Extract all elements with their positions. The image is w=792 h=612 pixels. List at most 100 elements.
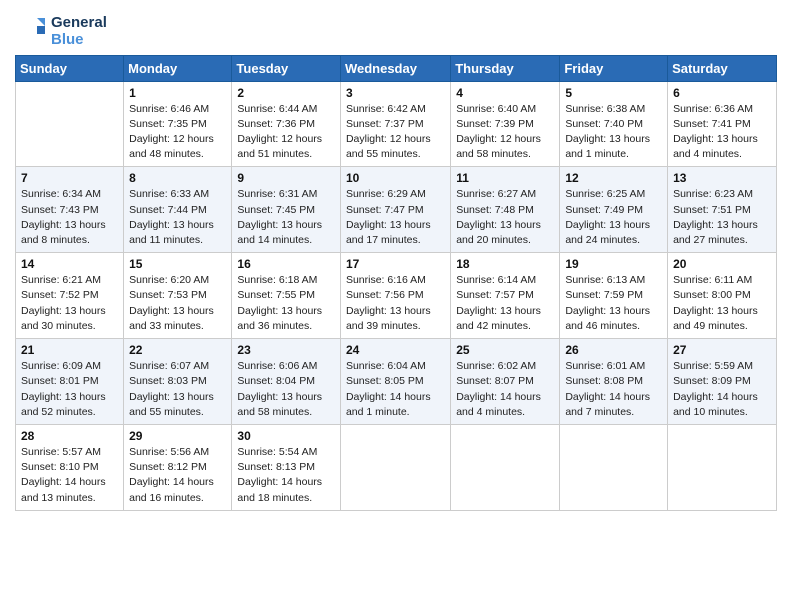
day-info: Sunrise: 6:09 AMSunset: 8:01 PMDaylight:… [21, 359, 118, 420]
calendar-header-thursday: Thursday [451, 55, 560, 81]
calendar-header-sunday: Sunday [16, 55, 124, 81]
day-number: 9 [237, 171, 335, 185]
day-info: Sunrise: 6:04 AMSunset: 8:05 PMDaylight:… [346, 359, 445, 420]
day-number: 28 [21, 429, 118, 443]
calendar-header-wednesday: Wednesday [340, 55, 450, 81]
day-info: Sunrise: 6:42 AMSunset: 7:37 PMDaylight:… [346, 102, 445, 163]
header: General Blue [15, 10, 777, 49]
day-number: 7 [21, 171, 118, 185]
calendar-week-3: 14 Sunrise: 6:21 AMSunset: 7:52 PMDayligh… [16, 253, 777, 339]
day-info: Sunrise: 6:34 AMSunset: 7:43 PMDaylight:… [21, 187, 118, 248]
day-number: 12 [565, 171, 662, 185]
day-number: 1 [129, 86, 226, 100]
day-info: Sunrise: 5:54 AMSunset: 8:13 PMDaylight:… [237, 445, 335, 506]
day-info: Sunrise: 6:36 AMSunset: 7:41 PMDaylight:… [673, 102, 771, 163]
calendar-cell: 2 Sunrise: 6:44 AMSunset: 7:36 PMDaylight… [232, 81, 341, 167]
day-info: Sunrise: 6:33 AMSunset: 7:44 PMDaylight:… [129, 187, 226, 248]
calendar-header-saturday: Saturday [668, 55, 777, 81]
calendar-cell: 18 Sunrise: 6:14 AMSunset: 7:57 PMDayligh… [451, 253, 560, 339]
day-info: Sunrise: 6:46 AMSunset: 7:35 PMDaylight:… [129, 102, 226, 163]
calendar-header-row: SundayMondayTuesdayWednesdayThursdayFrid… [16, 55, 777, 81]
calendar-cell [451, 425, 560, 511]
calendar-cell: 9 Sunrise: 6:31 AMSunset: 7:45 PMDaylight… [232, 167, 341, 253]
page: General Blue SundayMondayTuesdayWednesda… [0, 0, 792, 612]
day-info: Sunrise: 6:27 AMSunset: 7:48 PMDaylight:… [456, 187, 554, 248]
calendar-cell: 12 Sunrise: 6:25 AMSunset: 7:49 PMDayligh… [560, 167, 668, 253]
calendar-week-1: 1 Sunrise: 6:46 AMSunset: 7:35 PMDaylight… [16, 81, 777, 167]
day-info: Sunrise: 6:13 AMSunset: 7:59 PMDaylight:… [565, 273, 662, 334]
day-number: 18 [456, 257, 554, 271]
calendar-cell: 13 Sunrise: 6:23 AMSunset: 7:51 PMDayligh… [668, 167, 777, 253]
day-number: 15 [129, 257, 226, 271]
calendar-cell: 21 Sunrise: 6:09 AMSunset: 8:01 PMDayligh… [16, 339, 124, 425]
calendar-cell: 27Sunrise: 5:59 AMSunset: 8:09 PMDayligh… [668, 339, 777, 425]
day-info: Sunrise: 6:38 AMSunset: 7:40 PMDaylight:… [565, 102, 662, 163]
calendar-cell: 17 Sunrise: 6:16 AMSunset: 7:56 PMDayligh… [340, 253, 450, 339]
calendar-cell: 6 Sunrise: 6:36 AMSunset: 7:41 PMDaylight… [668, 81, 777, 167]
day-info: Sunrise: 6:29 AMSunset: 7:47 PMDaylight:… [346, 187, 445, 248]
day-number: 11 [456, 171, 554, 185]
day-number: 26 [565, 343, 662, 357]
calendar-cell: 22 Sunrise: 6:07 AMSunset: 8:03 PMDayligh… [124, 339, 232, 425]
day-number: 22 [129, 343, 226, 357]
day-number: 13 [673, 171, 771, 185]
day-info: Sunrise: 6:44 AMSunset: 7:36 PMDaylight:… [237, 102, 335, 163]
logo-area: General Blue [15, 10, 107, 49]
calendar-header-friday: Friday [560, 55, 668, 81]
calendar-cell: 11 Sunrise: 6:27 AMSunset: 7:48 PMDayligh… [451, 167, 560, 253]
logo-blue: Blue [51, 31, 107, 48]
day-info: Sunrise: 6:23 AMSunset: 7:51 PMDaylight:… [673, 187, 771, 248]
day-info: Sunrise: 6:40 AMSunset: 7:39 PMDaylight:… [456, 102, 554, 163]
logo-general: General [51, 14, 107, 31]
day-info: Sunrise: 6:16 AMSunset: 7:56 PMDaylight:… [346, 273, 445, 334]
day-info: Sunrise: 6:18 AMSunset: 7:55 PMDaylight:… [237, 273, 335, 334]
calendar-cell: 5 Sunrise: 6:38 AMSunset: 7:40 PMDaylight… [560, 81, 668, 167]
day-number: 29 [129, 429, 226, 443]
day-info: Sunrise: 6:01 AMSunset: 8:08 PMDaylight:… [565, 359, 662, 420]
day-number: 4 [456, 86, 554, 100]
calendar-cell: 24Sunrise: 6:04 AMSunset: 8:05 PMDayligh… [340, 339, 450, 425]
day-info: Sunrise: 6:07 AMSunset: 8:03 PMDaylight:… [129, 359, 226, 420]
day-info: Sunrise: 6:31 AMSunset: 7:45 PMDaylight:… [237, 187, 335, 248]
day-info: Sunrise: 6:06 AMSunset: 8:04 PMDaylight:… [237, 359, 335, 420]
day-number: 21 [21, 343, 118, 357]
calendar-cell: 8 Sunrise: 6:33 AMSunset: 7:44 PMDaylight… [124, 167, 232, 253]
day-number: 2 [237, 86, 335, 100]
calendar-cell: 14 Sunrise: 6:21 AMSunset: 7:52 PMDayligh… [16, 253, 124, 339]
day-number: 5 [565, 86, 662, 100]
calendar-cell: 16Sunrise: 6:18 AMSunset: 7:55 PMDayligh… [232, 253, 341, 339]
day-number: 8 [129, 171, 226, 185]
calendar-cell: 23Sunrise: 6:06 AMSunset: 8:04 PMDayligh… [232, 339, 341, 425]
day-number: 14 [21, 257, 118, 271]
calendar-cell [16, 81, 124, 167]
calendar-cell: 4 Sunrise: 6:40 AMSunset: 7:39 PMDaylight… [451, 81, 560, 167]
day-info: Sunrise: 6:14 AMSunset: 7:57 PMDaylight:… [456, 273, 554, 334]
day-info: Sunrise: 6:21 AMSunset: 7:52 PMDaylight:… [21, 273, 118, 334]
day-info: Sunrise: 5:56 AMSunset: 8:12 PMDaylight:… [129, 445, 226, 506]
logo: General Blue [15, 14, 107, 49]
day-number: 6 [673, 86, 771, 100]
calendar-header-monday: Monday [124, 55, 232, 81]
day-number: 20 [673, 257, 771, 271]
calendar-header-tuesday: Tuesday [232, 55, 341, 81]
day-number: 27 [673, 343, 771, 357]
calendar-cell: 3 Sunrise: 6:42 AMSunset: 7:37 PMDaylight… [340, 81, 450, 167]
calendar-table: SundayMondayTuesdayWednesdayThursdayFrid… [15, 55, 777, 511]
calendar-cell: 1 Sunrise: 6:46 AMSunset: 7:35 PMDaylight… [124, 81, 232, 167]
day-number: 3 [346, 86, 445, 100]
day-info: Sunrise: 6:25 AMSunset: 7:49 PMDaylight:… [565, 187, 662, 248]
calendar-cell: 19 Sunrise: 6:13 AMSunset: 7:59 PMDayligh… [560, 253, 668, 339]
calendar-cell [668, 425, 777, 511]
calendar-cell [340, 425, 450, 511]
day-info: Sunrise: 6:11 AMSunset: 8:00 PMDaylight:… [673, 273, 771, 334]
day-number: 30 [237, 429, 335, 443]
day-number: 19 [565, 257, 662, 271]
calendar-cell: 28 Sunrise: 5:57 AMSunset: 8:10 PMDayligh… [16, 425, 124, 511]
calendar-week-5: 28 Sunrise: 5:57 AMSunset: 8:10 PMDayligh… [16, 425, 777, 511]
calendar-cell: 25Sunrise: 6:02 AMSunset: 8:07 PMDayligh… [451, 339, 560, 425]
calendar-cell: 20 Sunrise: 6:11 AMSunset: 8:00 PMDayligh… [668, 253, 777, 339]
calendar-week-2: 7 Sunrise: 6:34 AMSunset: 7:43 PMDaylight… [16, 167, 777, 253]
day-number: 10 [346, 171, 445, 185]
day-number: 17 [346, 257, 445, 271]
day-info: Sunrise: 5:57 AMSunset: 8:10 PMDaylight:… [21, 445, 118, 506]
